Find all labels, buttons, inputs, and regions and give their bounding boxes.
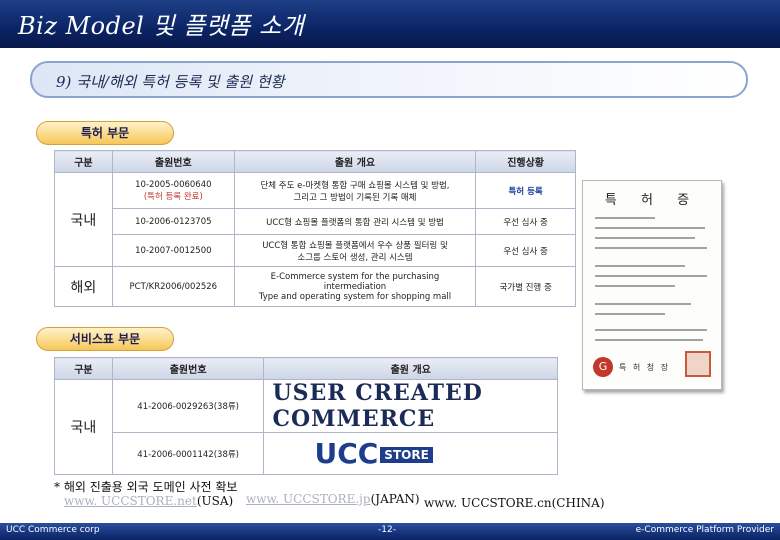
patent-summary-line: 소그룹 스토어 생성, 관리 시스템 (297, 252, 413, 263)
section-title: 9) 국내/해외 특허 등록 및 출원 현황 (56, 73, 285, 91)
certificate-text-line (595, 265, 685, 267)
header-summary: 출원 개요 (263, 357, 558, 380)
service-section-pill: 서비스표 부문 (36, 327, 174, 351)
patent-number-cell: 10-2005-0060640 (특허 등록 완료) (111, 172, 235, 209)
patent-summary-line: Type and operating system for shopping m… (258, 291, 452, 302)
certificate-text-line (595, 247, 707, 249)
domain-china: www. UCCSTORE.cn(CHINA) (424, 496, 605, 510)
user-created-commerce-logo: USER CREATED COMMERCE (263, 379, 558, 433)
patent-summary-cell: E-Commerce system for the purchasing int… (233, 266, 477, 307)
patent-status: 국가별 진행 중 (475, 266, 576, 307)
patent-summary-line: UCC형 쇼핑몰 플랫폼의 통합 관리 시스템 및 방법 (233, 208, 477, 235)
service-number: 41-2006-0001142(38류) (111, 432, 265, 475)
patent-number: 10-2006-0123705 (111, 208, 235, 235)
header-type: 구분 (54, 150, 113, 173)
patent-section-pill: 특허 부문 (36, 121, 174, 145)
footer-tagline: e-Commerce Platform Provider (635, 525, 774, 535)
header-number: 출원번호 (111, 150, 235, 173)
certificate-text-line (595, 313, 665, 315)
certificate-text-line (595, 339, 703, 341)
header-status: 진행상황 (475, 150, 576, 173)
patent-summary-line: UCC형 통합 쇼핑몰 플랫폼에서 우수 상품 필터링 및 (262, 240, 448, 251)
patent-number: 10-2007-0012500 (111, 234, 235, 267)
certificate-footer: 특 허 청 장 (619, 363, 671, 372)
certificate-seal-icon (685, 351, 711, 377)
section-title-bar: 9) 국내/해외 특허 등록 및 출원 현황 (30, 61, 748, 98)
certificate-text-line (595, 237, 695, 239)
patent-summary-line: 그리고 그 방법이 기록된 기록 매체 (293, 192, 417, 203)
ucc-logo-text: UCC (314, 437, 379, 470)
patent-number-note: (특허 등록 완료) (143, 191, 203, 202)
service-number: 41-2006-0029263(38류) (111, 379, 265, 433)
certificate-title: 특 허 증 (604, 193, 700, 208)
header-summary: 출원 개요 (233, 150, 477, 173)
domain-note: * 해외 진출용 외국 도메인 사전 확보 (54, 480, 238, 494)
domain-country-usa: (USA) (196, 494, 234, 508)
ucc-store-logo: UCC STORE (263, 432, 558, 475)
header-type: 구분 (54, 357, 113, 380)
certificate-text-line (595, 329, 707, 331)
patent-summary-line: 단체 주도 e-마켓형 통합 구매 쇼핑몰 시스템 및 방법, (260, 180, 450, 191)
certificate-text-line (595, 303, 691, 305)
domestic-label: 국내 (54, 172, 113, 267)
table-row: 10-2006-0123705 UCC형 쇼핑몰 플랫폼의 통합 관리 시스템 … (55, 208, 576, 235)
certificate-logo-icon: G (593, 357, 613, 377)
service-table: 구분 출원번호 출원 개요 국내 41-2006-0029263(38류) US… (54, 357, 558, 475)
store-logo-text: STORE (380, 447, 433, 463)
certificate-text-line (595, 275, 707, 277)
header-number: 출원번호 (111, 357, 265, 380)
patent-summary-cell: 단체 주도 e-마켓형 통합 구매 쇼핑몰 시스템 및 방법, 그리고 그 방법… (233, 172, 477, 209)
domain-japan: www. UCCSTORE.jp(JAPAN) (246, 492, 420, 506)
patent-summary-line: intermediation (323, 281, 387, 292)
patent-number: PCT/KR2006/002526 (111, 266, 235, 307)
certificate-text-line (595, 227, 705, 229)
footer-bar: UCC Commerce corp -12- e-Commerce Platfo… (0, 523, 780, 540)
certificate-text-line (595, 217, 655, 219)
patent-status: 우선 심사 중 (475, 208, 576, 235)
table-row: 국내 10-2005-0060640 (특허 등록 완료) 단체 주도 e-마켓… (54, 172, 576, 267)
table-row: 해외 PCT/KR2006/002526 E-Commerce system f… (54, 266, 576, 307)
domain-link-japan[interactable]: www. UCCSTORE.jp (246, 492, 371, 506)
patent-number: 10-2005-0060640 (135, 179, 212, 190)
footer-company: UCC Commerce corp (6, 525, 100, 535)
overseas-label: 해외 (54, 266, 113, 307)
patent-table: 구분 출원번호 출원 개요 진행상황 국내 10-2005-0060640 (특… (54, 150, 576, 307)
patent-summary-line: E-Commerce system for the purchasing (270, 271, 440, 282)
domain-usa: www. UCCSTORE.net(USA) (64, 494, 233, 508)
patent-summary-cell: UCC형 통합 쇼핑몰 플랫폼에서 우수 상품 필터링 및 소그룹 스토어 생성… (233, 234, 477, 267)
patent-table-header: 구분 출원번호 출원 개요 진행상황 (54, 150, 576, 173)
patent-status: 우선 심사 중 (475, 234, 576, 267)
patent-status: 특허 등록 (475, 172, 576, 209)
table-row: 10-2007-0012500 UCC형 통합 쇼핑몰 플랫폼에서 우수 상품 … (55, 234, 576, 267)
header-bar: Biz Model 및 플랫폼 소개 (0, 0, 780, 48)
patent-certificate-image: 특 허 증 G 특 허 청 장 (582, 180, 722, 390)
footer-page-number: -12- (378, 525, 396, 535)
table-row: 국내 41-2006-0029263(38류) USER CREATED COM… (54, 379, 558, 475)
certificate-text-line (595, 285, 675, 287)
page-title: Biz Model 및 플랫폼 소개 (18, 12, 305, 40)
domain-link-usa[interactable]: www. UCCSTORE.net (64, 494, 197, 508)
domestic-label: 국내 (54, 379, 113, 475)
domain-country-japan: (JAPAN) (370, 492, 420, 506)
service-table-header: 구분 출원번호 출원 개요 (54, 357, 558, 380)
table-row: 41-2006-0001142(38류) UCC STORE (55, 432, 558, 475)
